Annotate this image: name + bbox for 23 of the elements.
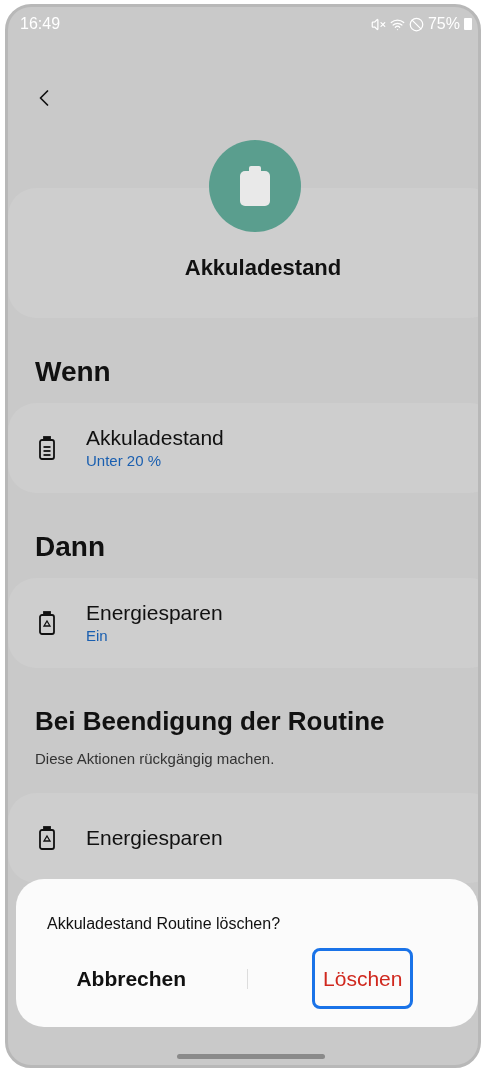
cancel-button[interactable]: Abbrechen: [65, 948, 198, 1009]
blocked-icon: [408, 16, 424, 32]
item-value: Unter 20 %: [86, 451, 163, 471]
battery-status-icon: [464, 18, 472, 30]
delete-button[interactable]: Löschen: [312, 948, 414, 1009]
section-heading: Bei Beendigung der Routine: [34, 705, 386, 737]
mute-icon: [370, 16, 386, 32]
wifi-icon: [389, 16, 405, 32]
battery-recycle-icon: [38, 611, 56, 635]
item-title: Energiesparen: [86, 600, 223, 626]
section-subtitle: Diese Aktionen rückgängig machen.: [34, 749, 276, 769]
section-heading: Wenn: [34, 355, 112, 389]
routine-item[interactable]: Akkuladestand Unter 20 %: [8, 403, 478, 493]
routine-title: Akkuladestand: [184, 254, 342, 282]
item-title: Akkuladestand: [86, 425, 224, 451]
battery-recycle-icon: [38, 826, 56, 850]
section-heading: Dann: [34, 530, 106, 564]
routine-item[interactable]: Energiesparen Ein: [8, 578, 478, 668]
dialog-message: Akkuladestand Routine löschen?: [46, 914, 282, 934]
item-title: Energiesparen: [86, 825, 223, 851]
battery-icon: [38, 436, 56, 460]
routine-item[interactable]: Energiesparen: [8, 793, 478, 883]
item-value: Ein: [86, 626, 109, 646]
